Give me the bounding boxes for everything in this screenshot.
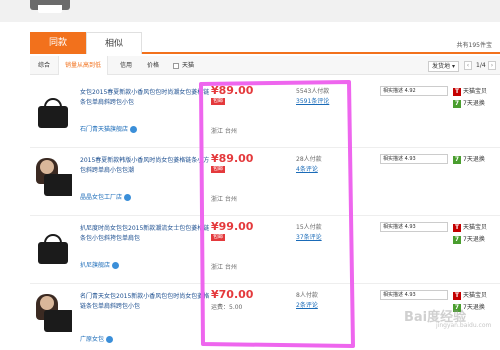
- service-tmall: T 天猫宝贝: [453, 87, 488, 96]
- page-indicator: 1/4: [476, 62, 486, 69]
- shop-badge-icon: [124, 194, 132, 201]
- shop-badge-icon: [130, 126, 138, 133]
- prev-page-button[interactable]: ‹: [464, 61, 472, 70]
- price: ¥89.00: [211, 84, 254, 97]
- shipping-fee: 运费：5.00: [211, 304, 243, 311]
- service-tmall: T 天猫宝贝: [453, 291, 488, 300]
- product-image[interactable]: [34, 88, 72, 132]
- tmall-icon: T: [453, 223, 461, 232]
- sort-price[interactable]: 价格: [147, 56, 159, 75]
- shop-link[interactable]: 石门青天猫旗舰店: [80, 124, 138, 133]
- sort-bar: 综合 销量从高到低 信用 价格 天猫 发货地 ▾ ‹ 1/4 ›: [30, 56, 500, 75]
- ship-from-label: 发货地: [432, 63, 451, 70]
- watermark-url: jingyan.baidu.com: [436, 322, 492, 329]
- price: ¥89.00: [211, 152, 254, 165]
- total-count: 共有195件宝: [456, 42, 492, 49]
- product-title[interactable]: 2015春夏新款韩版小香风时尚女包菱格链条小方包斜跨单肩小包包潮: [80, 156, 210, 176]
- sort-overall[interactable]: 综合: [38, 56, 50, 75]
- shop-link[interactable]: 晶晶女包工厂店: [80, 192, 132, 201]
- tab-same[interactable]: 同款: [30, 32, 86, 54]
- shop-link[interactable]: 广原女包: [80, 334, 114, 343]
- service-7day: 7 7天退换: [453, 155, 485, 164]
- product-title[interactable]: 女包2015春夏新款小香风包包时尚潮女包菱格链条包单肩斜跨包小包: [80, 88, 210, 108]
- next-page-button[interactable]: ›: [488, 61, 496, 70]
- review-link[interactable]: 37条评论: [296, 232, 322, 241]
- sales-count: 28人付款: [296, 156, 322, 163]
- service-7day: 7 7天退换: [453, 99, 485, 108]
- rating-select[interactable]: 相实描述 4.93: [380, 290, 448, 300]
- location: 浙江 台州: [211, 264, 237, 271]
- price: ¥70.00: [211, 288, 254, 301]
- list-item[interactable]: 2015春夏新款韩版小香风时尚女包菱格链条小方包斜跨单肩小包包潮 晶晶女包工厂店…: [30, 148, 500, 216]
- tab-similar[interactable]: 相似: [86, 32, 142, 54]
- rating-select[interactable]: 相实描述 4.92: [380, 86, 448, 96]
- review-link[interactable]: 2条评论: [296, 300, 318, 309]
- tmall-filter[interactable]: 天猫: [173, 56, 194, 75]
- location: 浙江 台州: [211, 196, 237, 203]
- seven-day-icon: 7: [453, 235, 461, 244]
- sales-count: 15人付款: [296, 224, 322, 231]
- list-item[interactable]: 扒尼度时尚女包包2015新款潮流女士包包菱格链条包小包斜挎包单肩包 扒尼旗舰店 …: [30, 216, 500, 284]
- shop-link[interactable]: 扒尼旗舰店: [80, 260, 120, 269]
- top-strip: [0, 0, 500, 22]
- ship-from-select[interactable]: 发货地 ▾: [428, 61, 459, 72]
- review-link[interactable]: 4条评论: [296, 164, 318, 173]
- tmall-icon: T: [453, 87, 461, 96]
- tmall-icon: T: [453, 291, 461, 300]
- free-shipping-badge: 包邮: [211, 166, 226, 173]
- product-image[interactable]: [34, 224, 72, 268]
- thumb-edge: [38, 5, 62, 13]
- seven-day-icon: 7: [453, 99, 461, 108]
- location: 浙江 台州: [211, 128, 237, 135]
- tmall-checkbox[interactable]: [173, 62, 179, 69]
- shop-badge-icon: [112, 262, 120, 269]
- product-image[interactable]: [34, 292, 72, 336]
- review-link[interactable]: 3591条评论: [296, 96, 329, 105]
- list-item[interactable]: 女包2015春夏新款小香风包包时尚潮女包菱格链条包单肩斜跨包小包 石门青天猫旗舰…: [30, 80, 500, 148]
- sort-credit[interactable]: 信用: [120, 56, 132, 75]
- price: ¥99.00: [211, 220, 254, 233]
- tab-bar: 同款 相似 共有195件宝: [30, 32, 500, 54]
- service-7day: 7 7天退换: [453, 235, 485, 244]
- product-title[interactable]: 扒尼度时尚女包包2015新款潮流女士包包菱格链条包小包斜挎包单肩包: [80, 224, 210, 244]
- product-image[interactable]: [34, 156, 72, 200]
- seven-day-icon: 7: [453, 155, 461, 164]
- sort-sales-desc[interactable]: 销量从高到低: [58, 56, 109, 75]
- free-shipping-badge: 包邮: [211, 234, 226, 241]
- shop-badge-icon: [106, 336, 114, 343]
- rating-select[interactable]: 相实描述 4.93: [380, 154, 448, 164]
- sales-count: 5543人付款: [296, 88, 330, 95]
- tmall-label: 天猫: [182, 62, 195, 69]
- rating-select[interactable]: 相实描述 4.93: [380, 222, 448, 232]
- product-title[interactable]: 名门青天女包2015新款小香风包包时尚女包菱格链条包单肩斜跨包小包: [80, 292, 210, 312]
- chevron-down-icon: ▾: [451, 63, 455, 70]
- sales-count: 8人付款: [296, 292, 318, 299]
- service-tmall: T 天猫宝贝: [453, 223, 488, 232]
- free-shipping-badge: 包邮: [211, 98, 226, 105]
